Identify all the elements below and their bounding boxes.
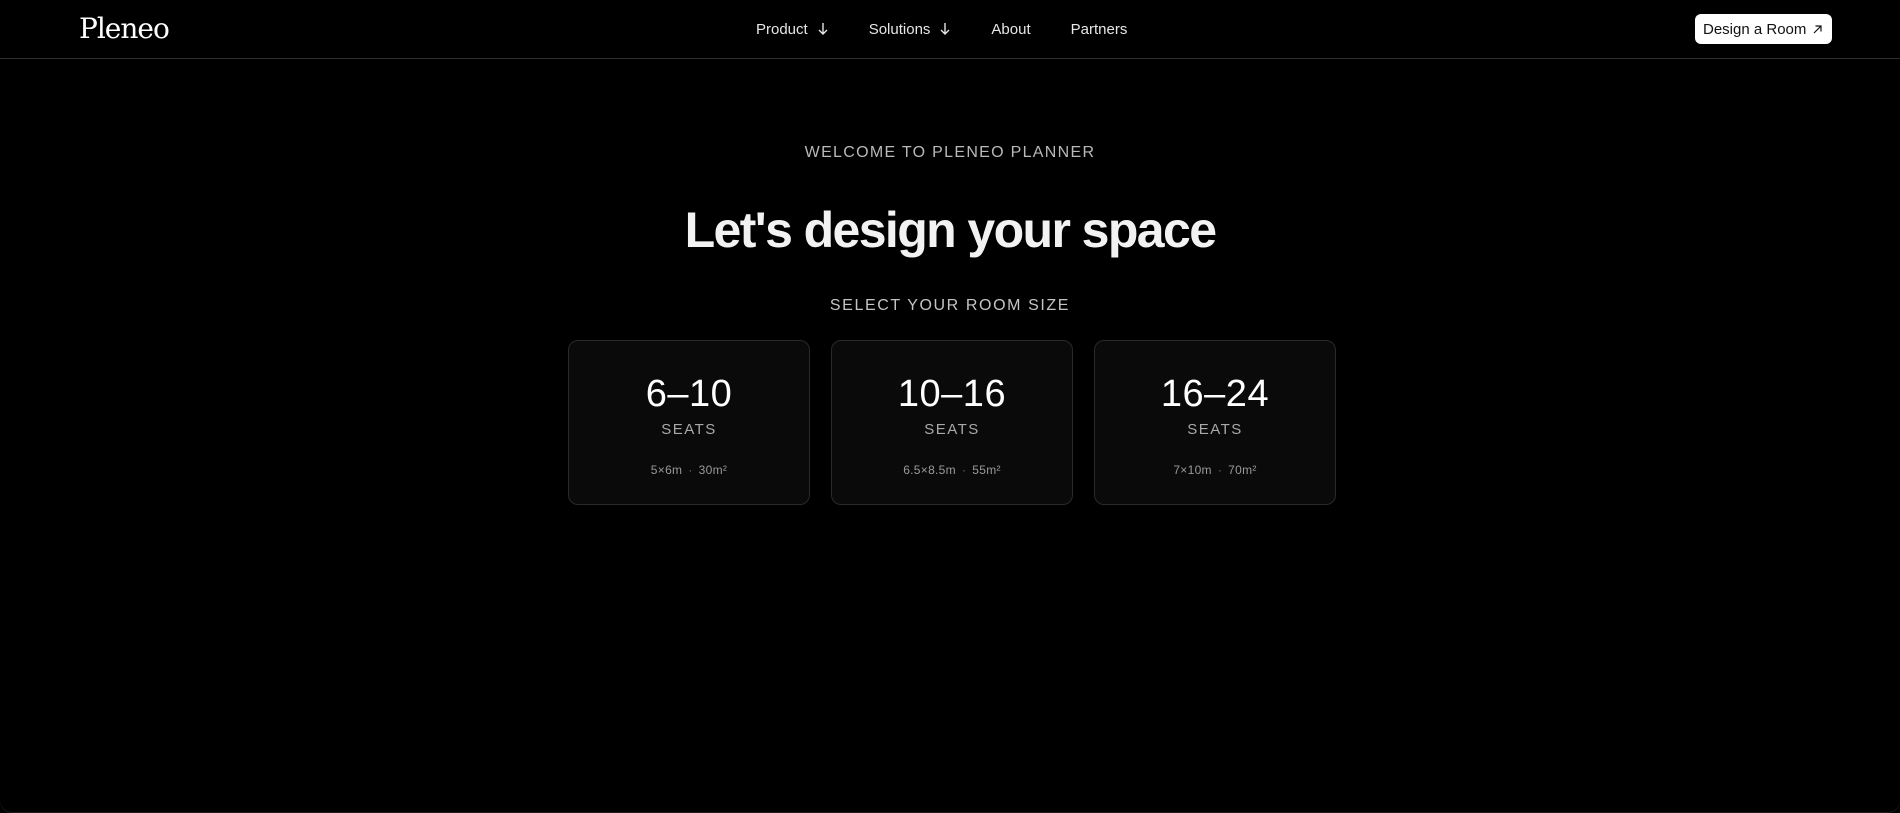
room-size-card-medium[interactable]: 10–16 SEATS 6.5×8.5m · 55m² [831,340,1073,505]
room-area: 55m² [972,463,1001,477]
select-room-size-label: SELECT YOUR ROOM SIZE [829,297,1071,314]
room-dims: 7×10m [1173,463,1212,477]
logo[interactable]: Pleneo [79,12,170,46]
room-dimensions: 6.5×8.5m · 55m² [832,463,1072,477]
nav-item-product[interactable]: Product [756,21,829,38]
nav-item-solutions[interactable]: Solutions [869,21,952,38]
seat-unit: SEATS [924,421,980,438]
design-a-room-label: Design a Room [1703,20,1807,38]
nav-item-label: About [991,20,1031,38]
seat-unit: SEATS [1187,421,1243,438]
seat-range: 6–10 [645,373,733,415]
welcome-eyebrow: WELCOME TO PLENEO PLANNER [804,144,1096,161]
main-nav: Product Solutions About Partners [756,0,1127,58]
separator-dot: · [1217,463,1223,477]
nav-item-label: Product [756,20,808,38]
room-size-options: 6–10 SEATS 5×6m · 30m² 10–16 SEATS 6.5×8.5… [568,340,1336,505]
room-dims: 5×6m [650,463,683,477]
room-area: 70m² [1228,463,1257,477]
nav-item-label: Partners [1070,20,1128,38]
page: Pleneo Product Solutions About Partners [0,0,1900,813]
top-nav-bar: Pleneo Product Solutions About Partners [0,0,1900,59]
nav-item-label: Solutions [868,20,931,38]
room-size-card-large[interactable]: 16–24 SEATS 7×10m · 70m² [1094,340,1336,505]
design-a-room-button[interactable]: Design a Room [1695,14,1833,44]
room-dimensions: 7×10m · 70m² [1095,463,1335,477]
separator-dot: · [961,463,967,477]
room-area: 30m² [698,463,728,477]
room-dimensions: 5×6m · 30m² [569,463,809,477]
nav-item-about[interactable]: About [991,21,1030,38]
arrow-down-icon [818,23,828,35]
seat-range: 10–16 [897,373,1007,415]
arrow-down-icon [940,23,950,35]
room-size-card-small[interactable]: 6–10 SEATS 5×6m · 30m² [568,340,810,505]
seat-range: 16–24 [1160,373,1270,415]
seat-unit: SEATS [661,421,717,438]
arrow-up-right-icon [1813,24,1822,33]
separator-dot: · [688,463,693,477]
nav-item-partners[interactable]: Partners [1071,21,1128,38]
page-title: Let's design your space [684,202,1217,258]
room-dims: 6.5×8.5m [903,463,956,477]
